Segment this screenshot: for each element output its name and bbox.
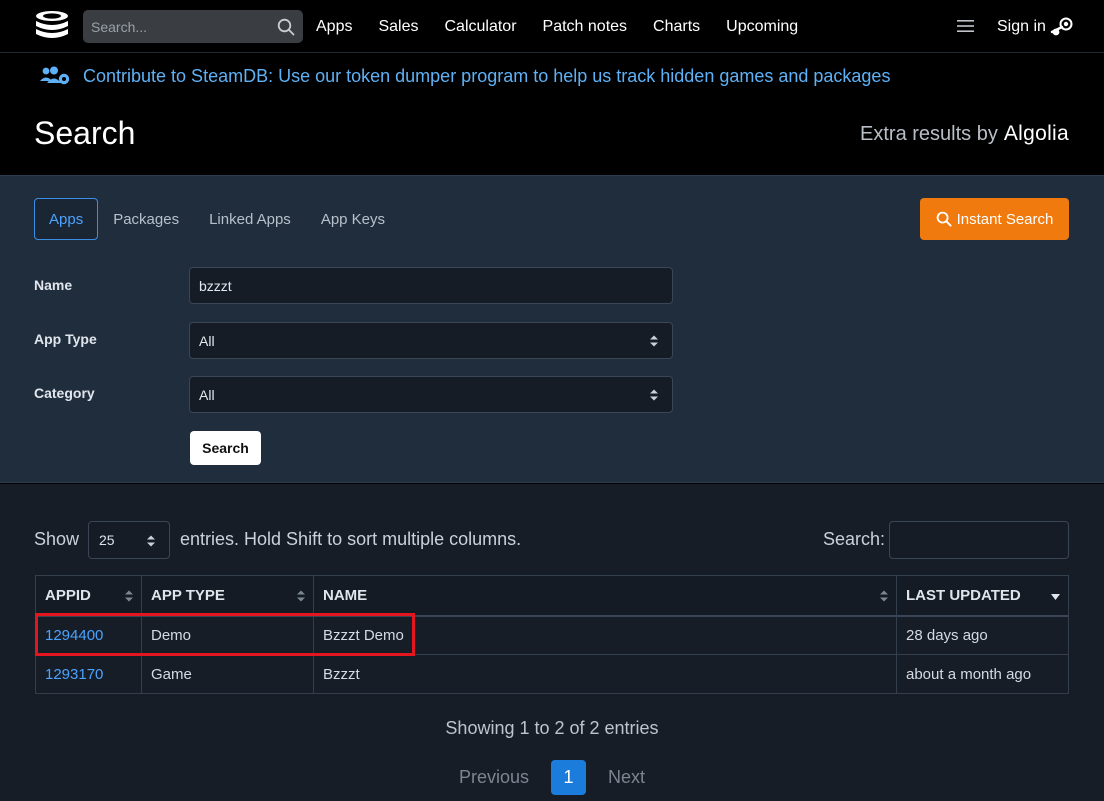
steam-icon [1050, 17, 1073, 35]
table-search-label: Search: [823, 529, 886, 549]
table-search-input[interactable] [889, 521, 1069, 559]
search-form-panel: Apps Packages Linked Apps App Keys Insta… [0, 175, 1104, 483]
category-value: All [199, 386, 215, 403]
cell-name[interactable]: Bzzzt Demo [313, 615, 897, 655]
select-arrows-icon [650, 389, 658, 401]
entries-per-page-value: 25 [99, 532, 115, 548]
cell-app-type: Game [141, 654, 314, 694]
search-icon [936, 211, 952, 227]
select-arrows-icon [147, 535, 155, 547]
appid-link[interactable]: 1293170 [45, 666, 103, 683]
contribute-link[interactable]: Contribute to SteamDB: Use our token dum… [83, 66, 890, 87]
name-label: Name [34, 277, 73, 293]
steamdb-logo-icon[interactable] [34, 10, 70, 44]
top-nav: Apps Sales Calculator Patch notes Charts… [0, 0, 1104, 53]
sign-in-link[interactable]: Sign in [997, 0, 1074, 53]
search-icon[interactable] [277, 18, 295, 36]
sign-in-label: Sign in [997, 17, 1046, 35]
search-submit-button[interactable]: Search [190, 431, 261, 465]
sort-icon [297, 590, 305, 602]
page-title: Search [34, 115, 136, 151]
cell-appid: 1294400 [35, 615, 142, 655]
nav-link-charts[interactable]: Charts [653, 18, 700, 36]
instant-search-button[interactable]: Instant Search [920, 198, 1069, 240]
appid-link[interactable]: 1294400 [45, 627, 103, 644]
cell-name[interactable]: Bzzzt [313, 654, 897, 694]
nav-link-sales[interactable]: Sales [378, 18, 418, 36]
entries-per-page-select[interactable]: 25 [88, 521, 170, 559]
page-button-current[interactable]: 1 [551, 760, 586, 795]
nav-link-apps[interactable]: Apps [316, 18, 352, 36]
tab-apps[interactable]: Apps [34, 198, 99, 240]
nav-links: Apps Sales Calculator Patch notes Charts… [316, 0, 824, 53]
column-header-app-type[interactable]: APP TYPE [141, 575, 314, 617]
cell-app-type: Demo [141, 615, 314, 655]
nav-link-upcoming[interactable]: Upcoming [726, 18, 798, 36]
nav-link-patch-notes[interactable]: Patch notes [543, 18, 628, 36]
algolia-brand[interactable]: Algolia [1004, 122, 1069, 146]
category-label: Category [34, 385, 95, 401]
table-row: 1293170 Game Bzzzt about a month ago [35, 654, 1069, 694]
table-row: 1294400 Demo Bzzzt Demo 28 days ago [35, 615, 1069, 655]
app-type-select[interactable]: All [189, 322, 673, 359]
global-search [83, 10, 303, 43]
algolia-credit: Extra results by Algolia [860, 122, 1069, 146]
nav-link-calculator[interactable]: Calculator [445, 18, 517, 36]
category-select[interactable]: All [189, 376, 673, 413]
pagination: Previous 1 Next [0, 760, 1104, 795]
menu-icon[interactable] [957, 18, 974, 34]
tab-linked-apps[interactable]: Linked Apps [194, 198, 306, 240]
select-arrows-icon [650, 335, 658, 347]
results-section: Show 25 entries. Hold Shift to sort mult… [0, 484, 1104, 801]
sort-icon [880, 590, 888, 602]
instant-search-label: Instant Search [956, 210, 1054, 228]
name-input[interactable] [189, 267, 673, 304]
algolia-prefix: Extra results by [860, 123, 998, 145]
tab-packages[interactable]: Packages [98, 198, 194, 240]
column-header-label: NAME [323, 586, 368, 604]
sort-descending-icon [1051, 594, 1060, 600]
results-table: APPID APP TYPE NAME LAST UPDATED 1294400… [35, 575, 1069, 694]
show-label: Show [34, 529, 80, 549]
column-header-label: LAST UPDATED [906, 586, 1021, 604]
app-type-label: App Type [34, 331, 97, 347]
tab-app-keys[interactable]: App Keys [306, 198, 400, 240]
search-tabs: Apps Packages Linked Apps App Keys [34, 198, 400, 240]
users-icon [40, 66, 70, 85]
cell-last-updated: 28 days ago [896, 615, 1069, 655]
column-header-label: APPID [45, 586, 91, 604]
column-header-last-updated[interactable]: LAST UPDATED [896, 575, 1069, 617]
column-header-appid[interactable]: APPID [35, 575, 142, 617]
entries-hint: entries. Hold Shift to sort multiple col… [180, 529, 522, 549]
cell-appid: 1293170 [35, 654, 142, 694]
cell-last-updated: about a month ago [896, 654, 1069, 694]
showing-info: Showing 1 to 2 of 2 entries [445, 718, 659, 738]
global-search-input[interactable] [83, 10, 271, 43]
next-page-button[interactable]: Next [594, 767, 659, 788]
app-type-value: All [199, 332, 215, 349]
column-header-label: APP TYPE [151, 586, 225, 604]
column-header-name[interactable]: NAME [313, 575, 897, 617]
sort-icon [125, 590, 133, 602]
previous-page-button[interactable]: Previous [445, 767, 543, 788]
table-header-row: APPID APP TYPE NAME LAST UPDATED [35, 575, 1069, 617]
contribute-banner: Contribute to SteamDB: Use our token dum… [0, 54, 1104, 98]
